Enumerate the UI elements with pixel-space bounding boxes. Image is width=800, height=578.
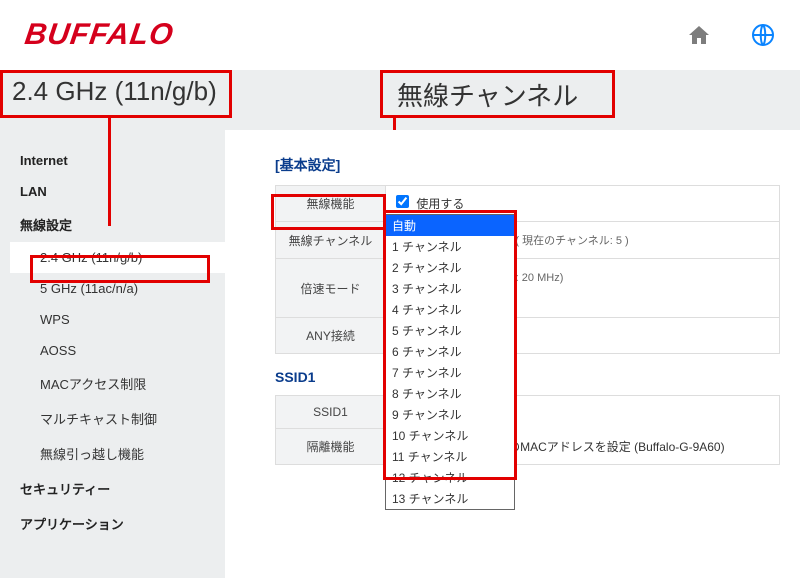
row-speed: 倍速モード 20 MHz (Current: 20 MHz) (276, 259, 780, 318)
annotation-box (380, 70, 615, 118)
channel-option[interactable]: 5 チャンネル (386, 320, 514, 341)
wireless-enable-text: 使用する (416, 197, 464, 211)
sidebar-item-wps[interactable]: WPS (10, 304, 225, 335)
main-area: Internet LAN 無線設定 2.4 GHz (11n/g/b) 5 GH… (0, 130, 800, 578)
channel-label: 無線チャンネル (276, 222, 386, 259)
annotation-box (30, 255, 210, 283)
sidebar-group-lan[interactable]: LAN (10, 176, 225, 207)
title-strip: 2.4 GHz (11n/g/b) 無線チャンネル (0, 70, 800, 130)
brand-logo: BUFFALO (23, 18, 176, 52)
sidebar-item-mac-restrict[interactable]: MACアクセス制限 (10, 366, 225, 401)
channel-option[interactable]: 11 チャンネル (386, 446, 514, 467)
channel-option[interactable]: 6 チャンネル (386, 341, 514, 362)
sidebar-item-wireless-move[interactable]: 無線引っ越し機能 (10, 436, 225, 471)
basic-settings-table: 無線機能 使用する 無線チャンネル 自動 ( 現在のチャンネル: 5 ) 倍速モ… (275, 185, 780, 354)
home-icon[interactable] (687, 23, 711, 47)
channel-option[interactable]: 10 チャンネル (386, 425, 514, 446)
annotation-line (108, 118, 111, 226)
isolation-label: 隔離機能 (276, 429, 386, 465)
wireless-label: 無線機能 (276, 186, 386, 222)
row-channel: 無線チャンネル 自動 ( 現在のチャンネル: 5 ) (276, 222, 780, 259)
channel-dropdown-list[interactable]: 自動 1 チャンネル 2 チャンネル 3 チャンネル 4 チャンネル 5 チャン… (385, 214, 515, 510)
row-wireless: 無線機能 使用する (276, 186, 780, 222)
sidebar-group-security[interactable]: セキュリティー (10, 471, 225, 506)
sidebar-group-wireless[interactable]: 無線設定 (10, 207, 225, 242)
top-icons (687, 23, 775, 47)
sidebar-item-multicast[interactable]: マルチキャスト制御 (10, 401, 225, 436)
channel-option[interactable]: 4 チャンネル (386, 299, 514, 320)
channel-option[interactable]: 自動 (386, 215, 514, 236)
ssid1-label: SSID1 (276, 396, 386, 429)
topbar: BUFFALO (0, 0, 800, 70)
channel-option[interactable]: 2 チャンネル (386, 257, 514, 278)
annotation-box (0, 70, 232, 118)
sidebar-group-internet[interactable]: Internet (10, 145, 225, 176)
speed-label: 倍速モード (276, 259, 386, 318)
globe-icon[interactable] (751, 23, 775, 47)
channel-option[interactable]: 3 チャンネル (386, 278, 514, 299)
wireless-enable-checkbox[interactable] (396, 195, 409, 208)
channel-option[interactable]: 12 チャンネル (386, 467, 514, 488)
section-ssid-header: SSID1 (275, 369, 780, 385)
section-basic-header: [基本設定] (275, 155, 780, 175)
ssid-settings-table: SSID1 エアステーションのMACアドレスを設定 (Buffalo-G-9A6… (275, 395, 780, 465)
sidebar-group-application[interactable]: アプリケーション (10, 506, 225, 541)
channel-option[interactable]: 8 チャンネル (386, 383, 514, 404)
channel-current-note: ( 現在のチャンネル: 5 ) (515, 235, 628, 247)
sidebar: Internet LAN 無線設定 2.4 GHz (11n/g/b) 5 GH… (0, 130, 225, 578)
channel-option[interactable]: 9 チャンネル (386, 404, 514, 425)
sidebar-item-aoss[interactable]: AOSS (10, 335, 225, 366)
channel-option[interactable]: 13 チャンネル (386, 488, 514, 509)
channel-option[interactable]: 7 チャンネル (386, 362, 514, 383)
content: [基本設定] 無線機能 使用する 無線チャンネル 自動 ( 現在のチャンネル: … (225, 130, 800, 578)
any-label: ANY接続 (276, 318, 386, 354)
channel-option[interactable]: 1 チャンネル (386, 236, 514, 257)
row-ssid1: SSID1 エアステーションのMACアドレスを設定 (Buffalo-G-9A6… (276, 396, 780, 429)
row-any: ANY接続 (276, 318, 780, 354)
